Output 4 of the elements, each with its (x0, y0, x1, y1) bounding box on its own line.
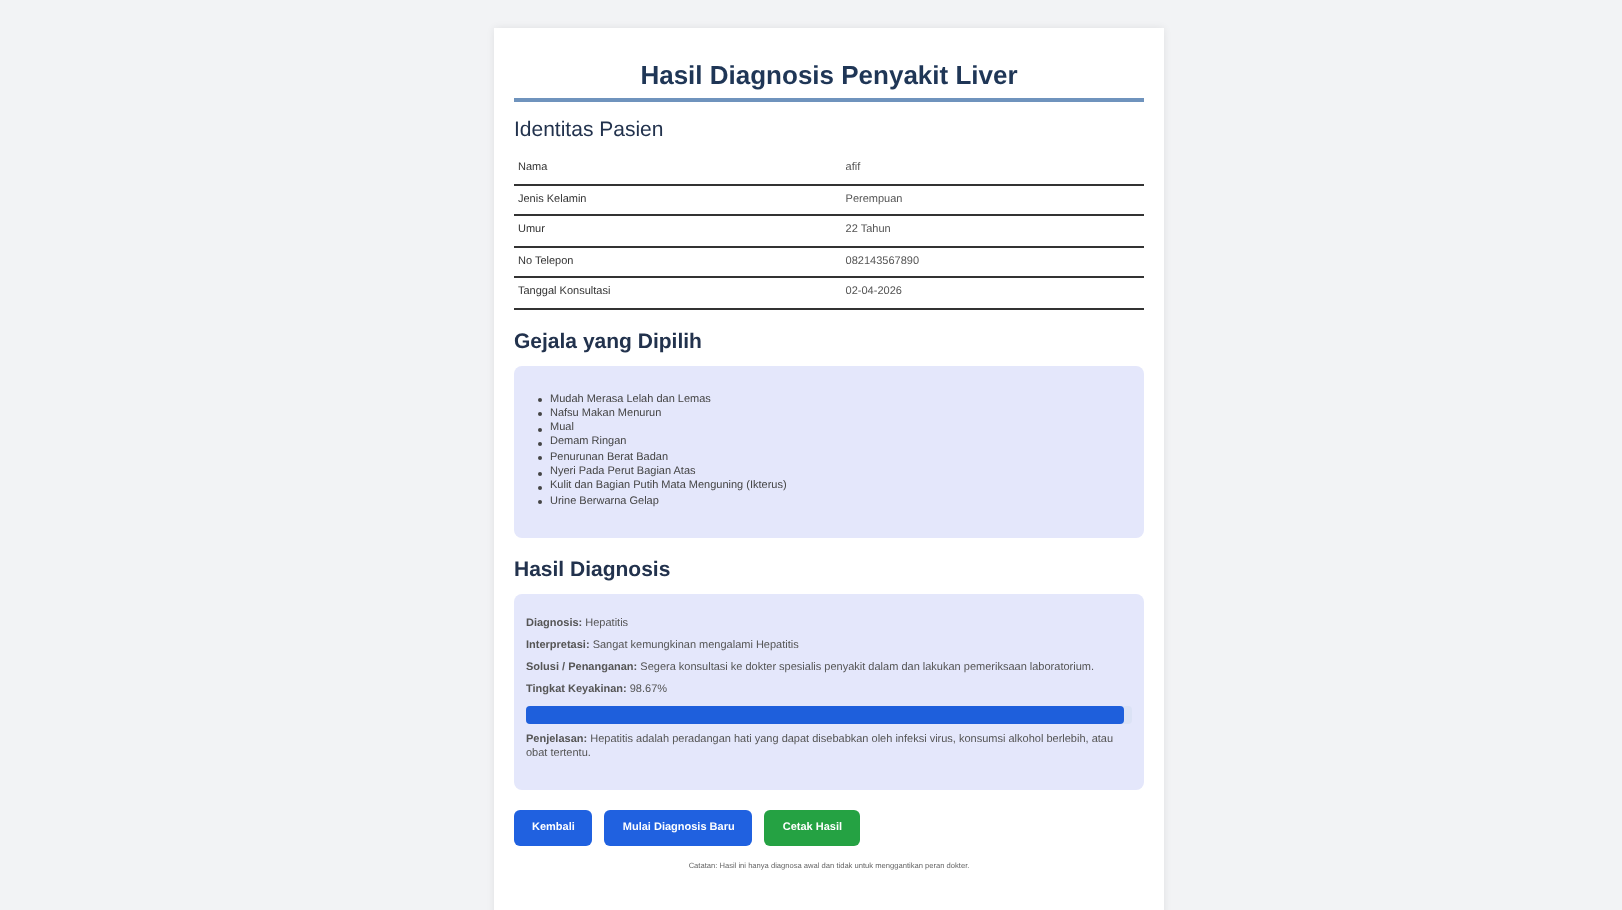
section-heading: Identitas Pasien (514, 118, 666, 142)
page-title: Hasil Diagnosis Penyakit Liver (638, 60, 1020, 90)
section-heading: Hasil Diagnosis (514, 557, 673, 582)
section-heading: Gejala yang Dipilih (514, 329, 704, 353)
